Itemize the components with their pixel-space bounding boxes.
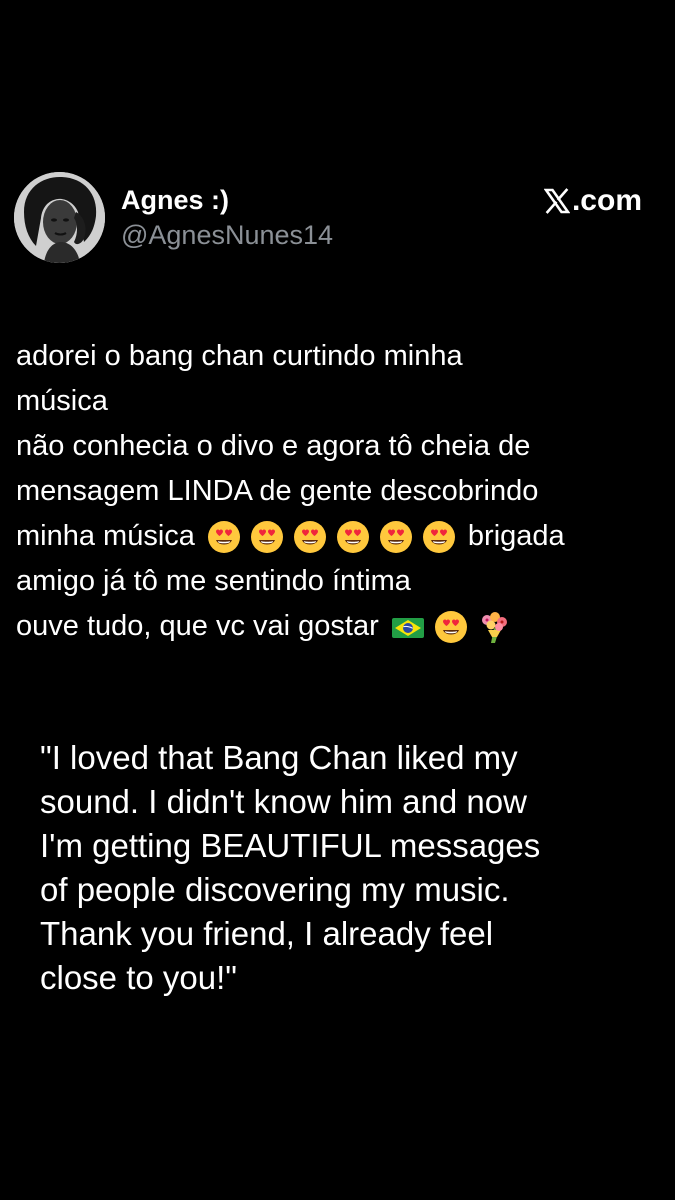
translation-line: I'm getting BEAUTIFUL messages [40, 827, 541, 864]
tweet-line-text: minha música [16, 520, 195, 552]
tweet-text: adorei o bang chan curtindo minha música… [16, 334, 656, 649]
tweet-line: mensagem LINDA de gente descobrindo [16, 475, 539, 507]
translation-line: close to you!" [40, 959, 237, 996]
heart-eyes-emoji-icon [250, 520, 284, 554]
display-name[interactable]: Agnes :) [121, 184, 333, 216]
x-logo-icon [543, 188, 571, 214]
tweet-line-text: ouve tudo, que vc vai gostar [16, 610, 379, 642]
heart-eyes-emoji-icon [207, 520, 241, 554]
brand-x-com: .com [543, 184, 642, 218]
translation-line: Thank you friend, I already feel [40, 915, 494, 952]
heart-eyes-emoji-icon [422, 520, 456, 554]
user-handle[interactable]: @AgnesNunes14 [121, 218, 333, 252]
translation-line: sound. I didn't know him and now [40, 783, 527, 820]
heart-eyes-emoji-icon [293, 520, 327, 554]
bouquet-emoji-icon [477, 610, 511, 644]
profile-photo-icon [14, 172, 105, 263]
tweet-line-text: brigada [467, 520, 565, 552]
translation-line: of people discovering my music. [40, 871, 510, 908]
tweet-line: não conhecia o divo e agora tô cheia de [16, 430, 531, 462]
tweet-line-with-emojis: minha música brigada [16, 514, 656, 559]
tweet-line-with-emojis: ouve tudo, que vc vai gostar [16, 604, 656, 649]
tweet-line: amigo já tô me sentindo íntima [16, 565, 411, 597]
heart-eyes-emoji-icon [379, 520, 413, 554]
translation-line: "I loved that Bang Chan liked my [40, 739, 518, 776]
heart-eyes-emoji-icon [434, 610, 468, 644]
avatar[interactable] [14, 172, 105, 263]
heart-eyes-emoji-icon [336, 520, 370, 554]
brazil-flag-icon [391, 610, 425, 644]
tweet-line: adorei o bang chan curtindo minha [16, 340, 463, 372]
brand-text: .com [571, 184, 642, 217]
tweet-line: música [16, 385, 108, 417]
author-info: Agnes :) @AgnesNunes14 [121, 184, 333, 252]
translation-text: "I loved that Bang Chan liked my sound. … [40, 736, 660, 1000]
tweet-header: Agnes :) @AgnesNunes14 .com [14, 172, 654, 264]
